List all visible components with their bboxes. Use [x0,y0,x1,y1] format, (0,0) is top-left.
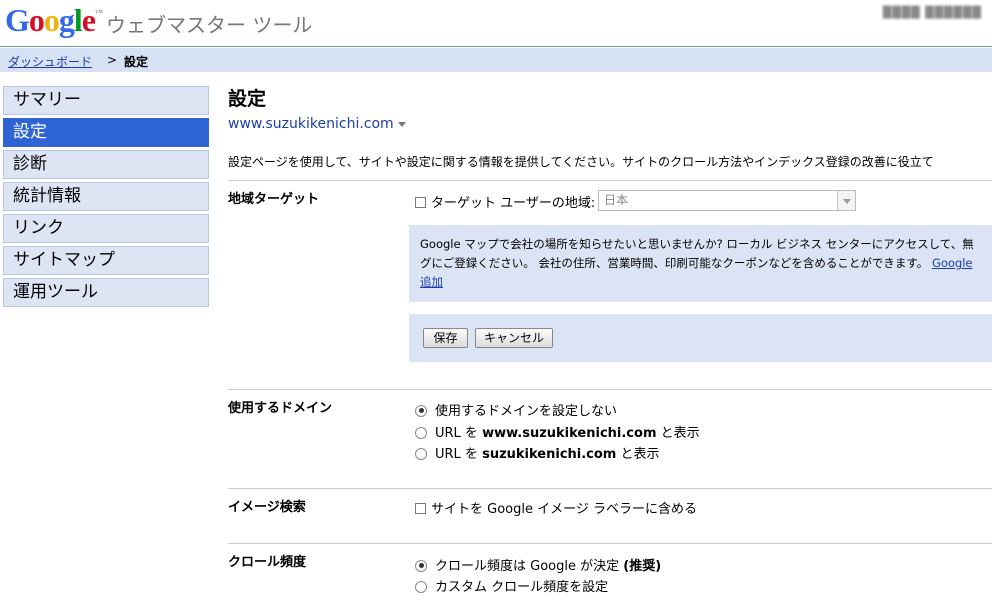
google-logo[interactable]: Google™ [5,2,103,39]
info-text-line1: Google マップで会社の場所を知らせたいと思いませんか? ローカル ビジネス… [420,237,974,251]
geo-target-option: ターゲット ユーザーの地域: [415,192,595,211]
page-description: 設定ページを使用して、サイトや設定に関する情報を提供してください。サイトのクロー… [228,155,934,169]
breadcrumb-current: 設定 [124,55,149,69]
header: Google™ ウェブマスター ツール ████ ██████ [0,0,992,46]
logo-letter: o [28,2,45,38]
domain-radio-www[interactable] [415,426,427,439]
site-selector[interactable]: www.suzukikenichi.com [228,116,406,132]
logo-letter: G [5,2,30,38]
sidebar: サマリー 設定 診断 統計情報 リンク サイトマップ 運用ツール [3,86,209,310]
trademark-icon: ™ [94,8,103,17]
domain-option-nonwww: URL を suzukikenichi.com と表示 [415,443,660,462]
info-link-add[interactable]: 追加 [420,275,443,289]
breadcrumb-separator: > [107,53,118,67]
local-business-info: Google マップで会社の場所を知らせたいと思いませんか? ローカル ビジネス… [409,225,992,302]
page-title: 設定 [228,88,267,110]
sidebar-item-summary[interactable]: サマリー [3,86,209,115]
geo-target-label: 地域ターゲット [228,192,320,207]
breadcrumb: ダッシュボード > 設定 [0,48,992,72]
image-labeler-option: サイトを Google イメージ ラベラーに含める [415,498,697,517]
crawl-option-custom-label[interactable]: カスタム クロール頻度を設定 [435,580,608,595]
geo-button-bar: 保存 キャンセル [409,314,992,362]
save-button[interactable]: 保存 [423,328,468,348]
domain-option-nonwww-pre[interactable]: URL を [435,447,478,462]
crawl-option-google-label[interactable]: クロール頻度は Google が決定 [435,559,619,574]
domain-option-nonwww-post[interactable]: と表示 [621,447,660,462]
crawl-option-recommended: (推奨) [623,559,662,574]
domain-option-www-pre[interactable]: URL を [435,426,478,441]
crawl-rate-label: クロール頻度 [228,555,307,570]
domain-option-www-post[interactable]: と表示 [661,426,700,441]
sidebar-item-links[interactable]: リンク [3,214,209,243]
chevron-down-icon [397,121,406,127]
geo-target-checkbox[interactable] [415,197,426,208]
logo-letter: e [81,2,96,38]
geo-target-checkbox-label[interactable]: ターゲット ユーザーの地域: [431,196,595,211]
crawl-radio-google[interactable] [415,559,427,572]
site-url: www.suzukikenichi.com [228,116,394,132]
dropdown-arrow-icon [837,191,855,210]
logo-letter: g [58,2,75,38]
domain-option-none: 使用するドメインを設定しない [415,400,617,419]
domain-option-www: URL を www.suzukikenichi.com と表示 [415,422,700,441]
breadcrumb-dashboard-link[interactable]: ダッシュボード [8,53,92,70]
sidebar-item-diagnostics[interactable]: 診断 [3,150,209,179]
sidebar-item-tools[interactable]: 運用ツール [3,278,209,307]
logo-letter: o [43,2,60,38]
product-name: ウェブマスター ツール [106,13,313,37]
crawl-option-custom: カスタム クロール頻度を設定 [415,576,608,595]
sidebar-item-sitemaps[interactable]: サイトマップ [3,246,209,275]
crawl-radio-custom[interactable] [415,580,427,593]
info-link-google[interactable]: Google [932,256,973,270]
sidebar-item-settings[interactable]: 設定 [3,118,209,147]
logo-letter: l [73,2,83,38]
header-divider [0,46,992,47]
image-search-label: イメージ検索 [228,500,306,515]
geo-target-select[interactable]: 日本 [598,190,856,211]
domain-radio-none[interactable] [415,404,427,417]
info-text-line2: グにご登録ください。 会社の住所、営業時間、印刷可能なクーポンなどを含めることが… [420,256,929,270]
sidebar-item-statistics[interactable]: 統計情報 [3,182,209,211]
domain-radio-nonwww[interactable] [415,447,427,460]
user-account[interactable]: ████ ██████ [883,6,982,19]
image-labeler-checkbox-label[interactable]: サイトを Google イメージ ラベラーに含める [431,502,697,517]
section-divider [228,543,992,544]
domain-option-nonwww-domain[interactable]: suzukikenichi.com [482,447,616,462]
domain-option-www-domain[interactable]: www.suzukikenichi.com [482,426,656,441]
geo-target-select-value: 日本 [604,193,629,207]
section-divider [228,389,992,390]
section-divider [228,488,992,489]
domain-option-none-label[interactable]: 使用するドメインを設定しない [435,404,617,419]
image-labeler-checkbox[interactable] [415,503,426,514]
cancel-button[interactable]: キャンセル [475,328,553,348]
preferred-domain-label: 使用するドメイン [228,401,333,416]
section-divider [228,180,992,181]
crawl-option-google: クロール頻度は Google が決定 (推奨) [415,555,661,574]
